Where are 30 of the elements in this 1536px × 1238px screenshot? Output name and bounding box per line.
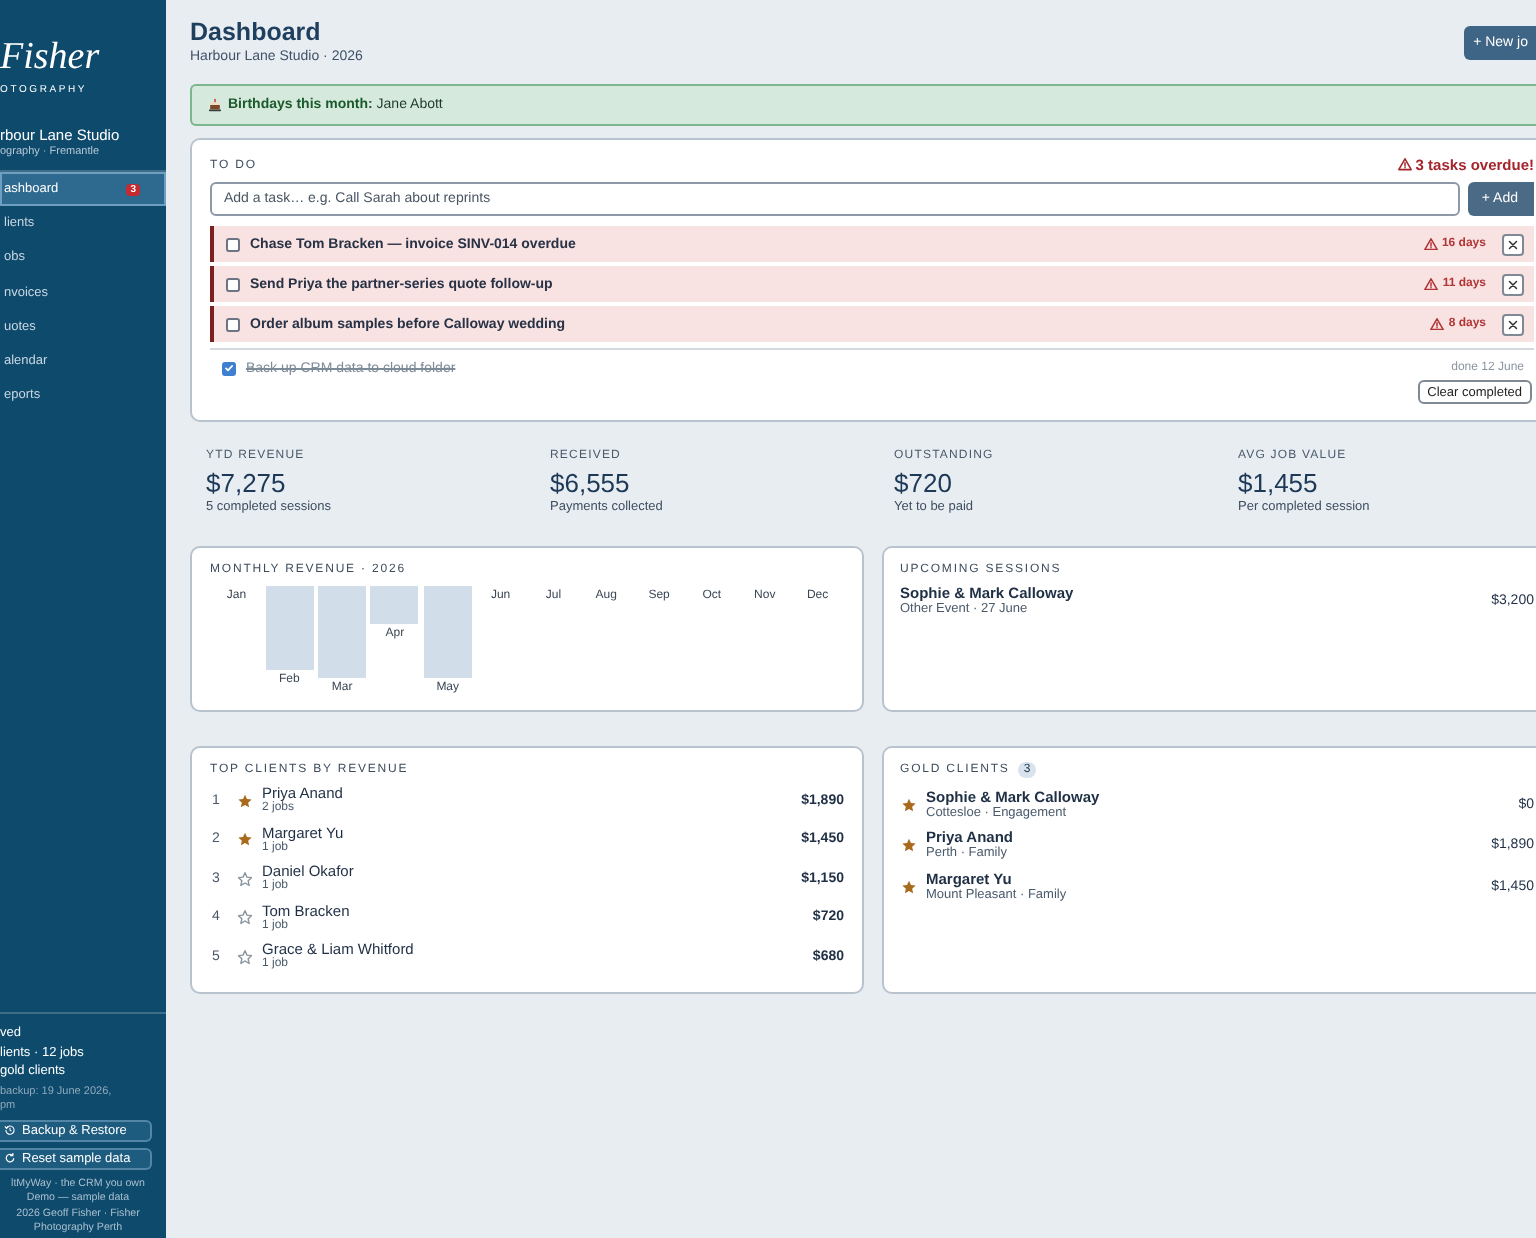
star-icon	[901, 797, 915, 811]
checkbox[interactable]	[226, 277, 240, 291]
logo-wordmark: Fisher	[0, 38, 100, 78]
star-icon	[901, 879, 915, 893]
checkbox[interactable]	[226, 237, 240, 251]
page-title: Dashboard	[190, 18, 321, 48]
revenue-bar	[318, 586, 367, 678]
stat-value: $720	[894, 468, 952, 498]
circular-arrow-icon	[4, 1152, 16, 1165]
stat-value: $7,275	[206, 468, 286, 498]
checkbox[interactable]	[222, 361, 236, 375]
cake-icon	[208, 98, 222, 112]
revenue-bar	[423, 586, 472, 678]
warning-icon	[1423, 237, 1438, 251]
remove-button[interactable]	[1502, 273, 1524, 295]
revenue-bar	[370, 586, 419, 624]
close-icon	[1508, 319, 1518, 329]
star-icon	[901, 838, 915, 852]
warning-icon	[1424, 277, 1439, 291]
checkbox[interactable]	[226, 317, 240, 331]
warning-icon	[1397, 158, 1412, 172]
revenue-bar	[265, 586, 314, 670]
remove-button[interactable]	[1502, 233, 1524, 255]
remove-button[interactable]	[1502, 313, 1524, 335]
stat-value: $1,455	[1238, 468, 1318, 498]
close-icon	[1508, 279, 1518, 289]
clock-arrow-icon	[4, 1124, 16, 1137]
close-icon	[1508, 239, 1518, 249]
stat-value: $6,555	[550, 468, 630, 498]
warning-icon	[1430, 317, 1445, 331]
